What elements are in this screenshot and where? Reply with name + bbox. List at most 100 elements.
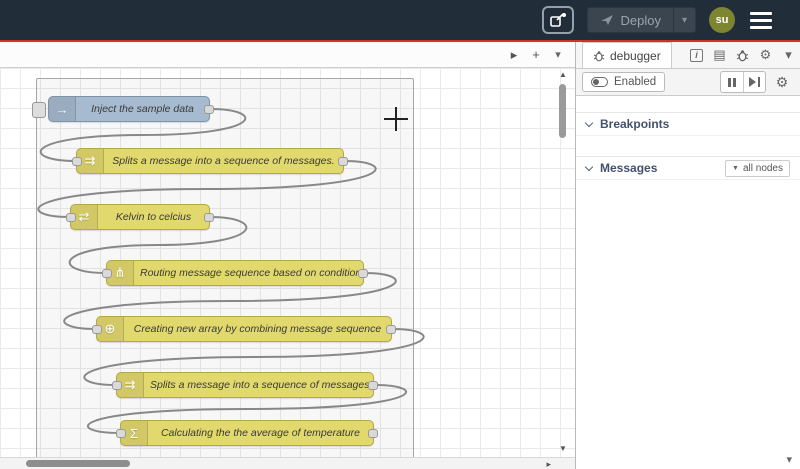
chevron-down-icon: ▾ (555, 49, 561, 61)
node-join[interactable]: ⊕ Creating new array by combining messag… (92, 316, 396, 342)
export-deploy-icon (549, 13, 566, 27)
horizontal-scrollbar: ▸ (0, 457, 575, 469)
sidebar-tab-bar: debugger i ▤ ⚙ ▾ (576, 42, 800, 69)
add-flow-button[interactable]: + (525, 44, 547, 66)
breakpoints-section-body (576, 136, 800, 156)
filter-label: all nodes (742, 162, 783, 174)
vertical-scroll-thumb[interactable] (559, 84, 566, 138)
sidebar-tabs-menu-button[interactable]: ▾ (777, 42, 800, 68)
output-port[interactable] (358, 269, 368, 278)
deploy-button[interactable]: Deploy ▾ (586, 7, 696, 33)
bug-icon (593, 50, 605, 61)
debugger-toolbar: Enabled ⚙ (576, 69, 800, 96)
bug-icon (736, 49, 749, 61)
messages-section-header[interactable]: Messages ▼ all nodes (576, 156, 800, 180)
step-icon (758, 77, 760, 87)
flow-canvas[interactable]: → Inject the sample data ⇉ Splits a mess… (0, 68, 575, 457)
input-port[interactable] (72, 157, 82, 166)
input-port[interactable] (102, 269, 112, 278)
node-label: Routing message sequence based on condit… (140, 267, 362, 279)
tab-config-nodes[interactable]: ⚙ (754, 42, 777, 68)
node-split[interactable]: ⇉ Splits a message into a sequence of me… (72, 148, 348, 174)
input-port[interactable] (92, 325, 102, 334)
scroll-down-button[interactable]: ▼ (558, 444, 568, 453)
debugger-controls (720, 71, 766, 93)
node-label: Calculating the the average of temperatu… (160, 427, 361, 439)
debugger-enabled-toggle[interactable]: Enabled (582, 72, 666, 92)
debug-sidebar: debugger i ▤ ⚙ ▾ Enabled ⚙ Breakpoints M… (575, 42, 800, 469)
node-label: Inject the sample data (91, 103, 194, 115)
output-port[interactable] (368, 381, 378, 390)
flow-workspace: ▸ + ▾ → Inject the sample data ⇉ Splits … (0, 42, 575, 469)
tab-help[interactable]: ▤ (708, 42, 731, 68)
menu-bar (750, 18, 772, 22)
info-icon: i (690, 48, 703, 62)
scroll-up-button[interactable]: ▲ (558, 70, 568, 79)
debugger-settings-button[interactable]: ⚙ (770, 71, 794, 93)
breakpoints-section-header[interactable]: Breakpoints (576, 112, 800, 136)
gear-icon: ⚙ (759, 47, 772, 62)
chevron-down-icon (584, 118, 594, 127)
main-area: ▸ + ▾ → Inject the sample data ⇉ Splits … (0, 42, 800, 469)
chevron-down-icon: ▾ (681, 14, 688, 26)
header-app-button[interactable] (541, 6, 574, 34)
node-function-average[interactable]: Σ Calculating the the average of tempera… (116, 420, 378, 446)
output-port[interactable] (204, 105, 214, 114)
sidebar-footer-expand-button[interactable]: ▾ (786, 453, 792, 466)
menu-bar (750, 11, 772, 15)
section-title: Breakpoints (600, 117, 670, 131)
scroll-right-button[interactable]: ▸ (546, 458, 551, 469)
step-icon (749, 77, 756, 87)
output-port[interactable] (386, 325, 396, 334)
pause-button[interactable] (721, 72, 743, 92)
tab-label: debugger (610, 48, 661, 63)
chevron-down-icon: ▾ (786, 454, 792, 466)
node-split-2[interactable]: ⇉ Splits a message into a sequence of me… (112, 372, 378, 398)
input-port[interactable] (66, 213, 76, 222)
output-port[interactable] (204, 213, 214, 222)
tab-info[interactable]: i (685, 42, 708, 68)
deploy-label: Deploy (620, 12, 661, 28)
tab-debugger[interactable]: debugger (582, 42, 672, 68)
messages-section-body (576, 180, 800, 410)
sidebar-tab-icons: i ▤ ⚙ ▾ (685, 42, 800, 68)
inject-icon: → (49, 97, 76, 121)
main-menu-button[interactable] (748, 8, 774, 33)
node-inject[interactable]: → Inject the sample data (32, 96, 214, 122)
chevron-down-icon (584, 162, 594, 171)
input-port[interactable] (116, 429, 126, 438)
tab-debug-messages[interactable] (731, 42, 754, 68)
crosshair-cursor (384, 107, 408, 131)
inject-trigger-button[interactable] (32, 102, 46, 118)
gear-icon: ⚙ (775, 73, 789, 90)
node-switch[interactable]: ⋔ Routing message sequence based on cond… (102, 260, 368, 286)
message-filter-button[interactable]: ▼ all nodes (725, 159, 790, 177)
plus-icon: + (532, 47, 540, 62)
step-button[interactable] (743, 72, 765, 92)
node-function-kelvin[interactable]: ⇄ Kelvin to celcius (66, 204, 214, 230)
node-label: Splits a message into a sequence of mess… (150, 379, 373, 391)
book-icon: ▤ (713, 47, 726, 62)
deploy-options-button[interactable]: ▾ (673, 8, 695, 32)
output-port[interactable] (368, 429, 378, 438)
vertical-scrollbar: ▲ ▼ (558, 70, 568, 453)
node-label: Splits a message into a sequence of mess… (112, 155, 335, 167)
header-bar: Deploy ▾ su (0, 0, 800, 40)
pause-icon (733, 77, 736, 87)
flow-tab-bar: ▸ + ▾ (0, 42, 575, 68)
flows-list-button[interactable]: ▾ (547, 44, 569, 66)
horizontal-scroll-thumb[interactable] (26, 460, 130, 467)
chevron-down-icon: ▾ (785, 47, 792, 62)
user-avatar[interactable]: su (709, 7, 735, 33)
enabled-label: Enabled (614, 76, 657, 88)
node-label: Kelvin to celcius (115, 211, 192, 223)
caret-right-icon: ▸ (510, 46, 518, 62)
toggle-icon (591, 77, 608, 87)
tabs-scroll-right-button[interactable]: ▸ (503, 44, 525, 66)
section-title: Messages (600, 161, 658, 175)
avatar-initials: su (715, 14, 729, 26)
input-port[interactable] (112, 381, 122, 390)
node-label: Creating new array by combining message … (133, 323, 382, 335)
output-port[interactable] (338, 157, 348, 166)
